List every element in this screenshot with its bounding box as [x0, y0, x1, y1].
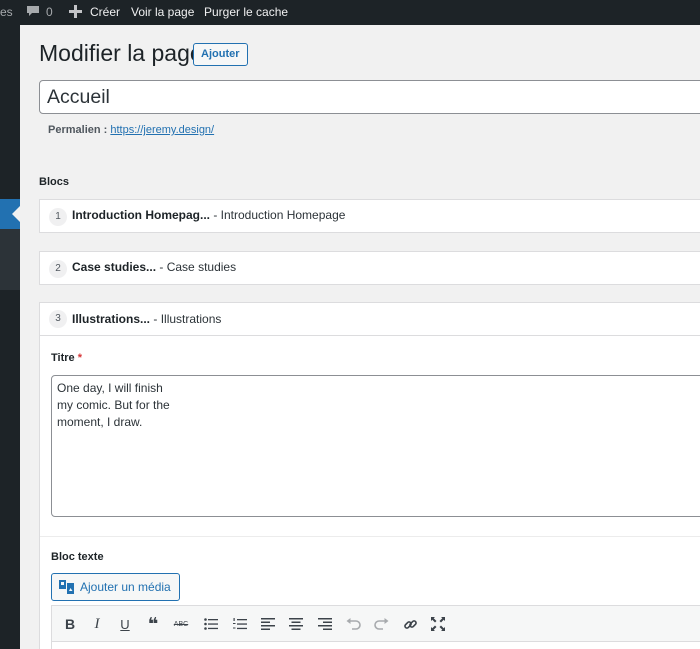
fullscreen-icon[interactable] [428, 614, 448, 634]
block-label: Case studies... - Case studies [72, 252, 236, 283]
block-type: - Illustrations [153, 312, 222, 326]
text-block-label: Bloc texte [51, 551, 104, 563]
align-right-icon[interactable] [315, 614, 335, 634]
bullet-list-icon[interactable] [201, 614, 221, 634]
redo-icon[interactable] [371, 614, 391, 634]
current-menu-pointer [12, 206, 20, 222]
editor-toolbar: B I U ❝ ABC [51, 605, 700, 642]
admin-bar: es 0 Créer Voir la page Purger le cache [0, 0, 700, 25]
block-row[interactable]: 3 Illustrations... - Illustrations [40, 303, 700, 336]
media-icon [59, 580, 74, 594]
bold-icon[interactable]: B [60, 614, 80, 634]
permalink-url[interactable]: https://jeremy.design/ [110, 124, 214, 136]
block-row[interactable]: 1 Introduction Homepag... - Introduction… [39, 199, 700, 233]
block-label: Introduction Homepag... - Introduction H… [72, 200, 345, 231]
block-name: Introduction Homepag... [72, 208, 210, 222]
block-index: 1 [49, 208, 67, 226]
expanded-block: 3 Illustrations... - Illustrations Titre… [39, 302, 700, 649]
block-index: 2 [49, 260, 67, 278]
block-label: Illustrations... - Illustrations [72, 303, 221, 335]
block-index: 3 [49, 310, 67, 328]
blocks-section-label: Blocs [39, 176, 69, 188]
align-left-icon[interactable] [258, 614, 278, 634]
underline-icon[interactable]: U [115, 614, 135, 634]
block-type: - Introduction Homepage [213, 208, 346, 222]
block-name: Case studies... [72, 260, 157, 274]
blockquote-icon[interactable]: ❝ [143, 614, 163, 634]
view-page-link[interactable]: Voir la page [131, 0, 194, 25]
undo-icon[interactable] [343, 614, 363, 634]
permalink: Permalien : https://jeremy.design/ [48, 124, 214, 136]
add-media-button[interactable]: Ajouter un média [51, 573, 180, 601]
add-media-label: Ajouter un média [80, 580, 171, 594]
block-row[interactable]: 2 Case studies... - Case studies [39, 251, 700, 285]
field-divider [40, 536, 700, 537]
permalink-label: Permalien : [48, 124, 108, 136]
italic-icon[interactable]: I [87, 614, 107, 634]
new-content-link[interactable]: Créer [90, 0, 120, 25]
text-editor-area[interactable] [51, 642, 700, 649]
add-new-button[interactable]: Ajouter [193, 43, 248, 66]
page-title: Modifier la page [39, 40, 203, 66]
title-field-label-text: Titre [51, 352, 75, 364]
required-marker: * [77, 352, 82, 364]
post-title-input[interactable]: Accueil [39, 80, 700, 114]
block-name: Illustrations... [72, 312, 151, 326]
strikethrough-icon[interactable]: ABC [171, 614, 191, 634]
comments-count[interactable]: 0 [46, 0, 53, 25]
block-type: - Case studies [159, 260, 237, 274]
admin-menu [0, 25, 20, 649]
admin-submenu[interactable] [0, 229, 20, 290]
align-center-icon[interactable] [286, 614, 306, 634]
title-field-label: Titre * [51, 352, 82, 364]
link-icon[interactable] [400, 614, 420, 634]
title-textarea[interactable]: One day, I will finish my comic. But for… [51, 375, 700, 517]
purge-cache-link[interactable]: Purger le cache [204, 0, 288, 25]
numbered-list-icon[interactable] [230, 614, 250, 634]
adminbar-truncated-item[interactable]: es [0, 0, 13, 25]
